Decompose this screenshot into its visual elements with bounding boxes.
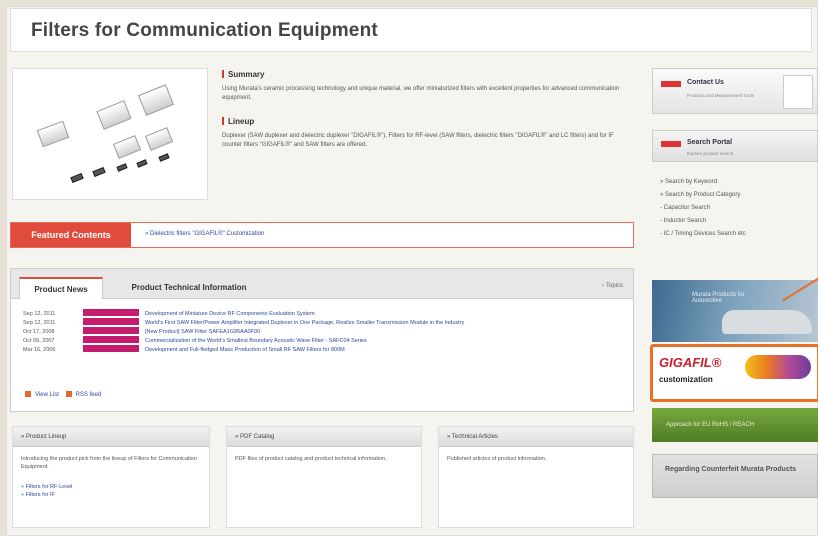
- rss-link[interactable]: RSS feed: [76, 392, 102, 398]
- search-link[interactable]: » Search by Keyword: [660, 176, 746, 189]
- filter-chip: [70, 172, 84, 184]
- category-tag: [83, 327, 139, 334]
- news-row[interactable]: Oct 09, 2007 Commercialization of the Wor…: [23, 336, 613, 345]
- box-title[interactable]: » Technical Articles: [439, 427, 633, 447]
- tab-product-news[interactable]: Product News: [19, 277, 103, 299]
- filter-chip: [136, 159, 148, 168]
- lineup-text: Duplexer (SAW duplexer and dielectric du…: [222, 133, 614, 148]
- red-badge-icon: [661, 141, 681, 147]
- car-image: [722, 310, 812, 334]
- search-link[interactable]: - Capacitor Search: [660, 202, 746, 215]
- search-portal-header[interactable]: Search Portal Explore product search: [652, 130, 818, 162]
- filter-chip: [137, 84, 175, 116]
- category-tag: [83, 345, 139, 352]
- product-image: [12, 68, 208, 200]
- box-link[interactable]: » Filters for RF-Level: [13, 479, 209, 491]
- box-title[interactable]: » Product Lineup: [13, 427, 209, 447]
- title-bar: Filters for Communication Equipment: [10, 8, 812, 52]
- summary-text: Using Murata's ceramic processing techno…: [222, 86, 620, 101]
- filter-chip: [36, 120, 70, 148]
- lineup-heading: Lineup: [222, 117, 632, 126]
- rss-icon: [65, 391, 72, 397]
- view-list-link[interactable]: View List: [35, 392, 59, 398]
- reach-banner[interactable]: Approach for EU RoHS / REACH: [652, 408, 818, 442]
- news-footer: View List RSS feed: [25, 391, 101, 398]
- filter-chip: [144, 127, 174, 151]
- list-icon: [25, 391, 31, 397]
- news-row[interactable]: Mar 16, 2006 Development and Full-fledged…: [23, 345, 613, 354]
- box-text: PDF files of product catalog and product…: [235, 456, 387, 462]
- news-row[interactable]: Sep 12, 2011 Development of Miniature Dev…: [23, 309, 613, 318]
- automotive-banner[interactable]: Murata Products for Automotive: [652, 280, 818, 342]
- gigafil-banner[interactable]: GIGAFIL® customization: [650, 344, 818, 402]
- summary-heading: Summary: [222, 70, 632, 79]
- filter-chip: [158, 153, 170, 162]
- pdf-catalog-box: » PDF Catalog PDF files of product catal…: [226, 426, 422, 528]
- page-title: Filters for Communication Equipment: [31, 20, 378, 41]
- red-badge-icon: [661, 81, 681, 87]
- box-text: Published articles of product informatio…: [447, 456, 547, 462]
- gigafil-logo-icon: [745, 355, 811, 379]
- search-portal-list: » Search by Keyword » Search by Product …: [660, 176, 746, 241]
- news-row[interactable]: Oct 17, 2008 [New Product] SAW Filter SAF…: [23, 327, 613, 336]
- news-list: Sep 12, 2011 Development of Miniature Dev…: [23, 309, 613, 354]
- tab-technical-information[interactable]: Product Technical Information: [109, 277, 269, 299]
- contact-us-banner[interactable]: Contact Us Products and Measurement Tool…: [652, 68, 818, 114]
- topics-link[interactable]: ▫ Topics: [602, 283, 623, 289]
- summary-section: Summary Using Murata's ceramic processin…: [222, 70, 632, 164]
- search-link[interactable]: - Inductor Search: [660, 215, 746, 228]
- technical-articles-box: » Technical Articles Published articles …: [438, 426, 634, 528]
- pen-icon: [783, 75, 813, 109]
- filter-chip: [92, 166, 106, 178]
- category-tag: [83, 318, 139, 325]
- news-panel: Product News Product Technical Informati…: [10, 268, 634, 412]
- featured-label: Featured Contents: [11, 223, 131, 247]
- featured-contents: Featured Contents » Dielectric filters "…: [10, 222, 634, 248]
- box-link[interactable]: » Filters for IF: [13, 491, 209, 499]
- box-text: Introducing the product pick from the li…: [21, 456, 197, 470]
- search-link[interactable]: » Search by Product Category: [660, 189, 746, 202]
- filter-chip: [116, 163, 128, 172]
- category-tag: [83, 309, 139, 316]
- category-tag: [83, 336, 139, 343]
- featured-link[interactable]: » Dielectric filters "GIGAFIL®" Customiz…: [145, 231, 264, 237]
- search-link[interactable]: - IC / Timing Devices Search etc: [660, 228, 746, 241]
- counterfeit-banner[interactable]: Regarding Counterfeit Murata Products: [652, 454, 818, 498]
- news-tabs: Product News Product Technical Informati…: [11, 269, 633, 299]
- product-lineup-box: » Product Lineup Introducing the product…: [12, 426, 210, 528]
- filter-chip: [96, 100, 132, 130]
- news-row[interactable]: Sep 12, 2011 World's First SAW Filter/Pow…: [23, 318, 613, 327]
- filter-chip: [112, 135, 142, 159]
- box-title[interactable]: » PDF Catalog: [227, 427, 421, 447]
